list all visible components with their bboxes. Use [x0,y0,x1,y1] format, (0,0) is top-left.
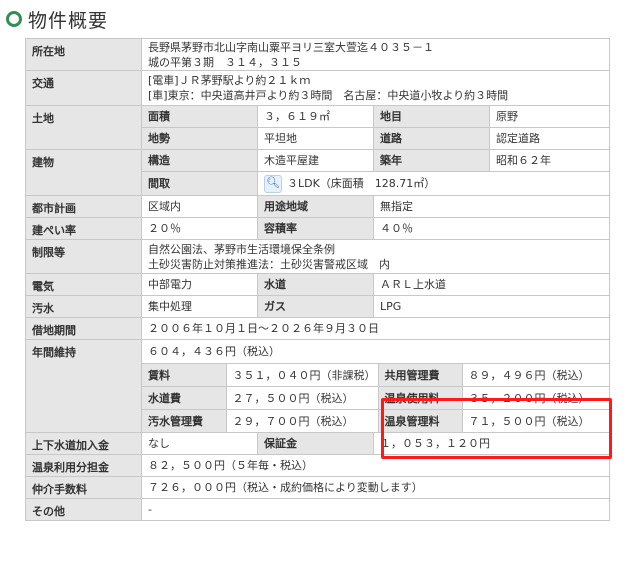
row-building-1: 建物 構造 木造平屋建 築年 昭和６２年 [25,149,610,196]
transport-line2: [車]東京：中央道高井戸より約３時間 名古屋：中央道小牧より約３時間 [148,89,509,102]
label-floor-plan: 間取 [141,171,258,196]
row-onsen-share: 温泉利用分担金 ８２，５００円（５年毎・税込） [25,454,610,477]
value-location: 長野県茅野市北山字南山粟平ヨリ三室大萱迄４０３５－１ 城の平第３期 ３１４，３１… [141,38,610,71]
label-built-year: 築年 [373,149,490,172]
label-electricity: 電気 [25,273,142,296]
value-other: - [141,498,610,521]
value-deposit: １，０５３，１２０円 [373,432,610,455]
label-area: 面積 [141,105,258,128]
label-deposit: 保証金 [257,432,374,455]
label-transport: 交通 [25,70,142,106]
value-sewage-fee: ２９，７００円（税込） [225,409,379,432]
label-far: 容積率 [257,217,374,240]
label-restrictions: 制限等 [25,239,142,274]
value-land-category: 原野 [489,105,610,128]
value-floor-plan[interactable]: 🔍︎ ３LDK（床面積 128.71㎡） [257,171,610,196]
label-water-fee: 水道費 [142,386,227,410]
label-annual-maintenance: 年間維持 [25,339,142,433]
row-sewage: 汚水 集中処理 ガス LPG [25,295,610,318]
label-road: 道路 [373,127,490,150]
value-electricity: 中部電力 [141,273,258,296]
value-structure: 木造平屋建 [257,149,374,172]
value-city-planning: 区域内 [141,195,258,218]
label-sewage: 汚水 [25,295,142,318]
value-area: ３，６１９㎡ [257,105,374,128]
value-far: ４０％ [373,217,610,240]
value-onsen-share: ８２，５００円（５年毎・税込） [141,454,610,477]
section-title: 物件概要 [6,6,108,32]
circle-bullet-icon [6,11,22,27]
floor-plan-text: ３LDK（床面積 128.71㎡） [287,176,436,190]
row-water-connection: 上下水道加入金 なし 保証金 １，０５３，１２０円 [25,432,610,455]
row-planning: 都市計画 区域内 用途地域 無指定 [25,195,610,218]
value-coverage: ２０％ [141,217,258,240]
label-lease-period: 借地期間 [25,317,142,340]
label-sewage-fee: 汚水管理費 [142,409,227,432]
row-land-1: 土地 面積 ３，６１９㎡ 地目 原野 [25,105,610,150]
value-rent: ３５１，０４０円（非課税） [225,364,379,387]
value-use-zone: 無指定 [373,195,610,218]
value-sewage: 集中処理 [141,295,258,318]
label-city-planning: 都市計画 [25,195,142,218]
label-rent: 賃料 [142,364,227,387]
restrictions-line2: 土砂災害防止対策推進法：土砂災害警戒区域 内 [148,257,390,271]
maintenance-breakdown: 賃料 ３５１，０４０円（非課税） 共用管理費 ８９，４９６円（税込） 水道費 ２… [142,364,609,432]
label-location: 所在地 [25,38,142,71]
label-terrain: 地勢 [141,127,258,150]
label-structure: 構造 [141,149,258,172]
label-onsen-management: 温泉管理料 [377,409,463,432]
value-onsen-usage: ３５，２００円（税込） [461,386,609,410]
value-onsen-management: ７１，５００円（税込） [461,409,609,432]
row-restrictions: 制限等 自然公園法、茅野市生活環境保全条例 土砂災害防止対策推進法：土砂災害警戒… [25,239,610,274]
label-water-connection-fee: 上下水道加入金 [25,432,142,455]
label-land-category: 地目 [373,105,490,128]
maintenance-cell: ６０４，４３６円（税込） 賃料 ３５１，０４０円（非課税） 共用管理費 ８９，４… [141,339,610,433]
value-water-fee: ２７，５００円（税込） [225,386,379,410]
row-lease: 借地期間 ２００６年１０月１日～２０２６年９月３０日 [25,317,610,340]
label-onsen-share: 温泉利用分担金 [25,454,142,477]
location-line2: 城の平第３期 ３１４，３１５ [148,55,302,69]
value-road: 認定道路 [489,127,610,150]
label-gas: ガス [257,295,374,318]
row-coverage: 建ぺい率 ２０％ 容積率 ４０％ [25,217,610,240]
row-other: その他 - [25,498,610,521]
transport-line1: [電車]ＪＲ茅野駅より約２１ｋｍ [148,74,311,87]
value-lease-period: ２００６年１０月１日～２０２６年９月３０日 [141,317,610,340]
label-coverage: 建ぺい率 [25,217,142,240]
label-other: その他 [25,498,142,521]
value-common-fee: ８９，４９６円（税込） [461,364,609,387]
row-maintenance: 年間維持 ６０４，４３６円（税込） 賃料 ３５１，０４０円（非課税） 共用管理費… [25,339,610,433]
value-gas: LPG [373,295,610,318]
property-overview-table: 所在地 長野県茅野市北山字南山粟平ヨリ三室大萱迄４０３５－１ 城の平第３期 ３１… [25,38,610,521]
label-onsen-usage: 温泉使用料 [377,386,463,410]
value-built-year: 昭和６２年 [489,149,610,172]
value-restrictions: 自然公園法、茅野市生活環境保全条例 土砂災害防止対策推進法：土砂災害警戒区域 内 [141,239,610,274]
restrictions-line1: 自然公園法、茅野市生活環境保全条例 [148,242,335,256]
value-water: ＡＲＬ上水道 [373,273,610,296]
section-title-text: 物件概要 [28,9,109,32]
label-water: 水道 [257,273,374,296]
value-transport: [電車]ＪＲ茅野駅より約２１ｋｍ [車]東京：中央道高井戸より約３時間 名古屋：… [141,70,610,106]
label-land: 土地 [25,105,142,150]
row-brokerage: 仲介手数料 ７２６，０００円（税込・成約価格により変動します） [25,476,610,499]
value-brokerage-fee: ７２６，０００円（税込・成約価格により変動します） [141,476,610,499]
value-water-connection-fee: なし [141,432,258,455]
maintenance-total: ６０４，４３６円（税込） [142,341,609,364]
row-transport: 交通 [電車]ＪＲ茅野駅より約２１ｋｍ [車]東京：中央道高井戸より約３時間 名… [25,70,610,106]
row-location: 所在地 長野県茅野市北山字南山粟平ヨリ三室大萱迄４０３５－１ 城の平第３期 ３１… [25,38,610,71]
label-use-zone: 用途地域 [257,195,374,218]
search-icon[interactable]: 🔍︎ [264,174,282,193]
label-building: 建物 [25,149,142,196]
label-common-fee: 共用管理費 [377,364,463,387]
label-brokerage-fee: 仲介手数料 [25,476,142,499]
row-electricity: 電気 中部電力 水道 ＡＲＬ上水道 [25,273,610,296]
location-line1: 長野県茅野市北山字南山粟平ヨリ三室大萱迄４０３５－１ [148,40,434,54]
value-terrain: 平坦地 [257,127,374,150]
